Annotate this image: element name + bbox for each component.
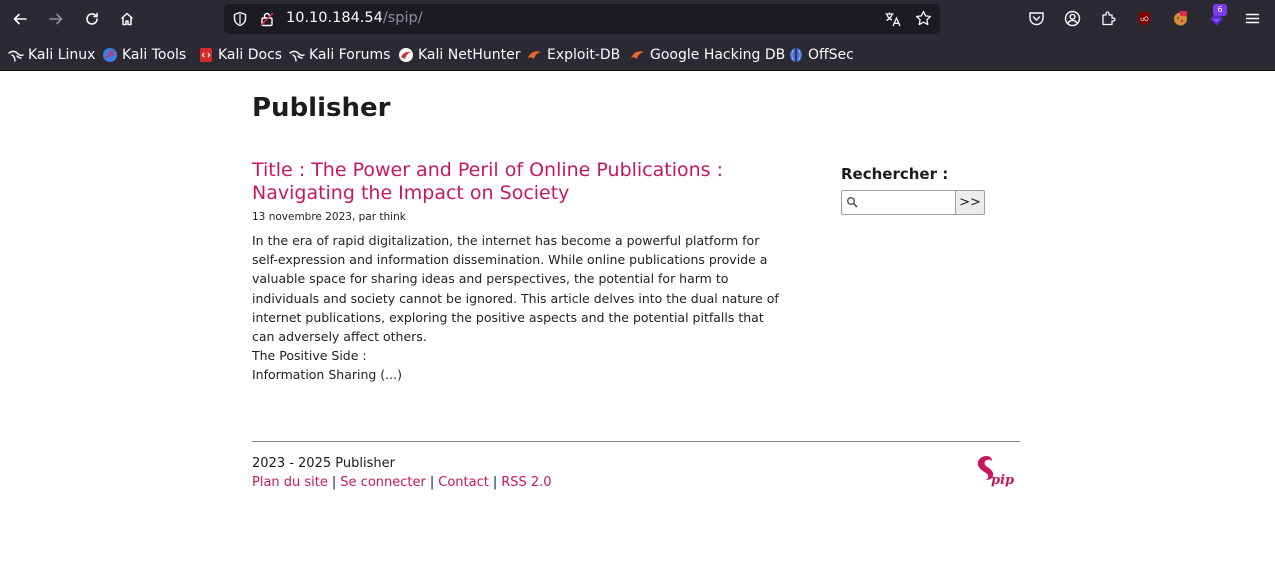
bookmark-kali-tools[interactable]: Kali Tools bbox=[102, 45, 186, 65]
reload-button[interactable] bbox=[78, 5, 106, 33]
exploit-db-icon bbox=[528, 51, 541, 59]
pocket-icon bbox=[1028, 11, 1044, 25]
back-arrow-icon bbox=[13, 13, 27, 25]
footer-separator: | bbox=[492, 475, 498, 490]
tracking-protection-shield-icon[interactable] bbox=[232, 11, 248, 27]
exploit-db-icon bbox=[631, 51, 644, 59]
search-input[interactable] bbox=[841, 190, 957, 215]
search-row: >> bbox=[841, 190, 991, 216]
bookmark-label: Kali NetHunter bbox=[418, 47, 521, 63]
forward-button[interactable] bbox=[42, 5, 70, 33]
bookmark-star-icon[interactable] bbox=[915, 10, 932, 27]
bookmark-label: OffSec bbox=[808, 47, 854, 63]
ublock-origin-icon: uO bbox=[1138, 11, 1150, 25]
home-icon bbox=[120, 12, 134, 26]
site-title[interactable]: Publisher bbox=[252, 93, 390, 123]
kali-tools-icon bbox=[103, 48, 117, 62]
search-label: Rechercher : bbox=[841, 165, 949, 183]
footer-copyright: 2023 - 2025 Publisher bbox=[252, 456, 395, 471]
puzzle-icon bbox=[1101, 10, 1116, 25]
ublock-button[interactable]: uO bbox=[1134, 8, 1154, 28]
bookmark-kali-nethunter[interactable]: Kali NetHunter bbox=[398, 45, 520, 65]
bookmark-offsec[interactable]: OffSec bbox=[788, 45, 854, 65]
bookmark-exploit-db[interactable]: Exploit-DB bbox=[527, 45, 620, 65]
kali-dragon-icon bbox=[289, 50, 305, 62]
forward-arrow-icon bbox=[49, 13, 63, 25]
article-summary: Title : The Power and Peril of Online Pu… bbox=[252, 159, 792, 385]
article-title-line: Title : The Power and Peril of Online Pu… bbox=[252, 159, 724, 181]
bookmark-kali-linux[interactable]: Kali Linux bbox=[8, 45, 95, 65]
article-subheading: The Positive Side : bbox=[252, 348, 367, 364]
bookmark-label: Kali Docs bbox=[218, 47, 283, 63]
footer-separator: | bbox=[429, 475, 435, 490]
url-text[interactable]: 10.10.184.54/spip/ bbox=[286, 10, 423, 26]
article-body: In the era of rapid digitalization, the … bbox=[252, 233, 779, 345]
back-button[interactable] bbox=[6, 5, 34, 33]
bookmark-label: Kali Tools bbox=[122, 47, 187, 63]
reload-icon bbox=[86, 12, 98, 25]
footer-link-plan-du-site[interactable]: Plan du site bbox=[252, 475, 328, 490]
translate-icon[interactable] bbox=[884, 11, 902, 27]
home-button[interactable] bbox=[113, 5, 141, 33]
insecure-lock-icon[interactable] bbox=[259, 11, 275, 27]
address-bar[interactable]: 10.10.184.54/spip/ bbox=[224, 4, 940, 34]
footer-link-se-connecter[interactable]: Se connecter bbox=[340, 475, 426, 490]
offsec-icon bbox=[790, 48, 802, 62]
footer-link-contact[interactable]: Contact bbox=[438, 475, 489, 490]
bookmark-label: Exploit-DB bbox=[547, 47, 621, 63]
url-path: /spip/ bbox=[382, 10, 423, 26]
cookie-editor-button[interactable] bbox=[1170, 8, 1190, 28]
footer-links: Plan du site | Se connecter | Contact | RSS 2.… bbox=[252, 475, 552, 490]
bookmark-label: Kali Forums bbox=[309, 47, 391, 63]
navigation-toolbar: 10.10.184.54/spip/ uO 6 bbox=[0, 0, 1275, 38]
article-excerpt-end: Information Sharing (...) bbox=[252, 367, 402, 383]
app-menu-button[interactable] bbox=[1242, 8, 1262, 28]
account-icon bbox=[1064, 10, 1080, 26]
bookmarks-toolbar: Kali Linux Kali Tools Kali Docs Kali For… bbox=[0, 42, 1275, 68]
kali-dragon-icon bbox=[8, 50, 24, 62]
spip-logo-icon[interactable]: pip bbox=[973, 453, 1019, 487]
account-button[interactable] bbox=[1062, 8, 1082, 28]
magnifier-icon bbox=[847, 197, 858, 208]
page-content: Publisher Title : The Power and Peril of… bbox=[0, 71, 1275, 568]
bookmark-google-hacking-db[interactable]: Google Hacking DB bbox=[630, 45, 785, 65]
search-form: Rechercher : >> bbox=[841, 165, 985, 215]
footer-divider bbox=[252, 441, 1020, 442]
hamburger-menu-icon bbox=[1245, 13, 1259, 23]
bookmark-label: Google Hacking DB bbox=[650, 47, 786, 63]
extension-badge: 6 bbox=[1213, 4, 1227, 16]
extensions-button[interactable] bbox=[1098, 8, 1118, 28]
bookmark-kali-docs[interactable]: Kali Docs bbox=[198, 45, 282, 65]
pocket-button[interactable] bbox=[1026, 8, 1046, 28]
footer-separator: | bbox=[331, 475, 337, 490]
nethunter-icon bbox=[399, 48, 413, 62]
cookie-icon bbox=[1173, 10, 1187, 25]
svg-text:uO: uO bbox=[1140, 16, 1149, 23]
url-host: 10.10.184.54 bbox=[286, 10, 383, 26]
kali-docs-icon bbox=[200, 48, 212, 62]
footer-link-rss[interactable]: RSS 2.0 bbox=[501, 475, 551, 490]
browser-chrome: 10.10.184.54/spip/ uO 6 Kali Linux Kali … bbox=[0, 0, 1275, 71]
bookmark-kali-forums[interactable]: Kali Forums bbox=[289, 45, 390, 65]
search-submit-button[interactable]: >> bbox=[955, 190, 985, 215]
svg-text:pip: pip bbox=[991, 473, 1014, 487]
article-meta: 13 novembre 2023, par think bbox=[252, 211, 406, 223]
bookmark-label: Kali Linux bbox=[28, 47, 96, 63]
article-title-link[interactable]: Title : The Power and Peril of Online Pu… bbox=[252, 159, 792, 205]
article-title-line: Navigating the Impact on Society bbox=[252, 182, 570, 204]
